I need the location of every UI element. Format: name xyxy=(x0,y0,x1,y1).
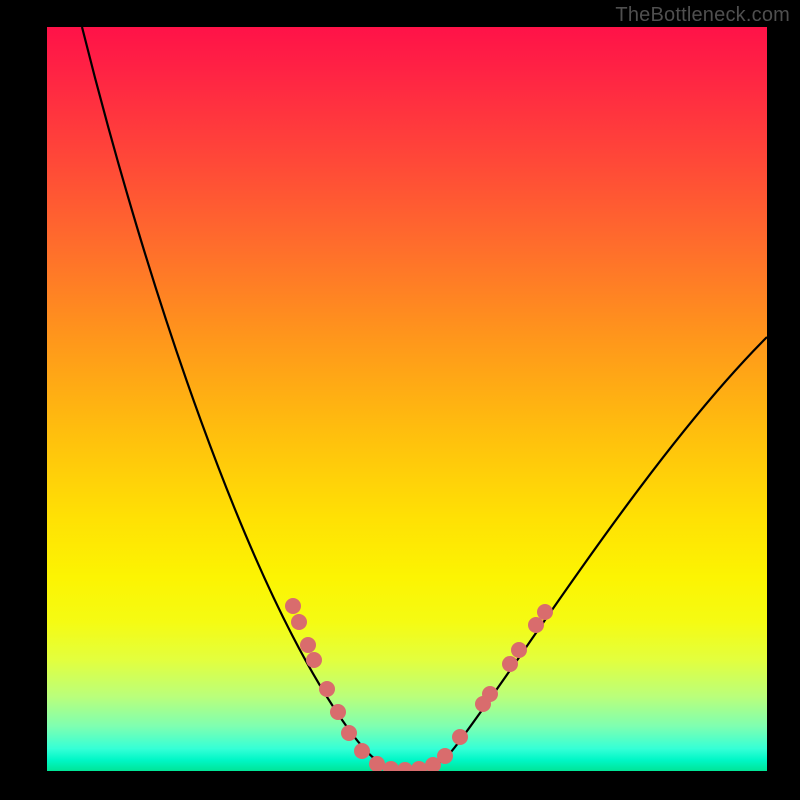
dot xyxy=(306,652,322,668)
dot xyxy=(502,656,518,672)
dot xyxy=(285,598,301,614)
dot xyxy=(397,762,413,771)
dot xyxy=(452,729,468,745)
dot xyxy=(354,743,370,759)
dot xyxy=(330,704,346,720)
dot xyxy=(537,604,553,620)
dot xyxy=(411,761,427,771)
dot xyxy=(482,686,498,702)
curves-svg xyxy=(47,27,767,771)
watermark-text: TheBottleneck.com xyxy=(615,4,790,27)
dot xyxy=(300,637,316,653)
chart-stage: TheBottleneck.com xyxy=(0,0,800,800)
dot xyxy=(369,756,385,771)
dot xyxy=(437,748,453,764)
dot xyxy=(528,617,544,633)
right-curve xyxy=(402,337,767,771)
dot xyxy=(319,681,335,697)
plot-area xyxy=(47,27,767,771)
left-curve xyxy=(82,27,402,771)
dot xyxy=(291,614,307,630)
dot xyxy=(511,642,527,658)
dot xyxy=(341,725,357,741)
dot xyxy=(383,761,399,771)
